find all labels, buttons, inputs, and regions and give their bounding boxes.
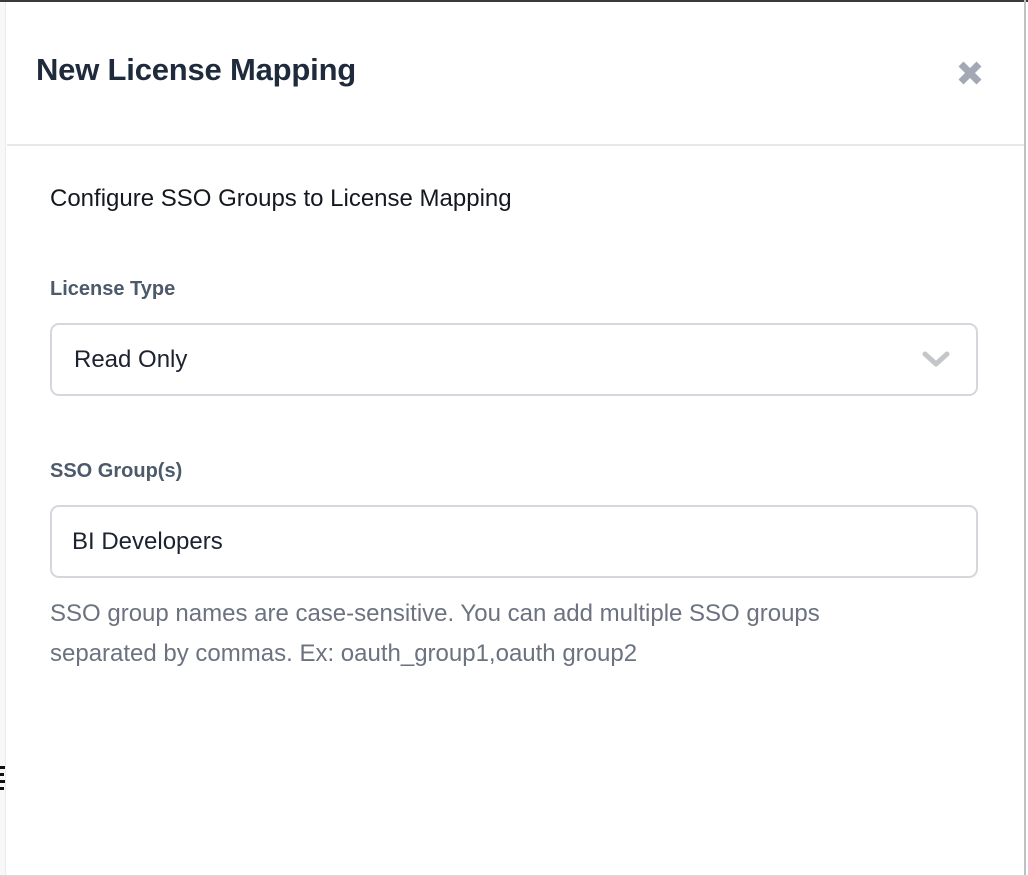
- license-type-label: License Type: [50, 278, 175, 301]
- sso-groups-input[interactable]: [52, 507, 976, 576]
- close-button[interactable]: [948, 51, 992, 95]
- window-right-edge: [1024, 0, 1026, 876]
- modal-header: New License Mapping: [7, 2, 1024, 145]
- helper-line-2: separated by commas. Ex: oauth_group1,oa…: [50, 634, 820, 674]
- background-page-peek: [0, 2, 6, 876]
- background-text-fragment: [0, 780, 5, 783]
- helper-line-1: SSO group names are case-sensitive. You …: [50, 594, 820, 634]
- sso-groups-field-wrapper: [50, 505, 978, 578]
- configure-sso-heading: Configure SSO Groups to License Mapping: [50, 185, 512, 213]
- background-text-fragment: [0, 773, 4, 776]
- modal-body: Configure SSO Groups to License Mapping …: [7, 146, 1024, 875]
- chevron-down-icon: [922, 351, 950, 369]
- sso-groups-label: SSO Group(s): [50, 460, 182, 483]
- license-type-select[interactable]: Read Only: [50, 323, 978, 396]
- license-type-selected-value: Read Only: [74, 346, 187, 374]
- close-icon: [955, 58, 985, 88]
- background-text-fragment: [0, 787, 4, 790]
- background-text-fragment: [0, 766, 5, 769]
- license-mapping-modal: New License Mapping Configure SSO Groups…: [0, 0, 1028, 876]
- sso-groups-helper-text: SSO group names are case-sensitive. You …: [50, 594, 820, 674]
- modal-title: New License Mapping: [36, 52, 356, 88]
